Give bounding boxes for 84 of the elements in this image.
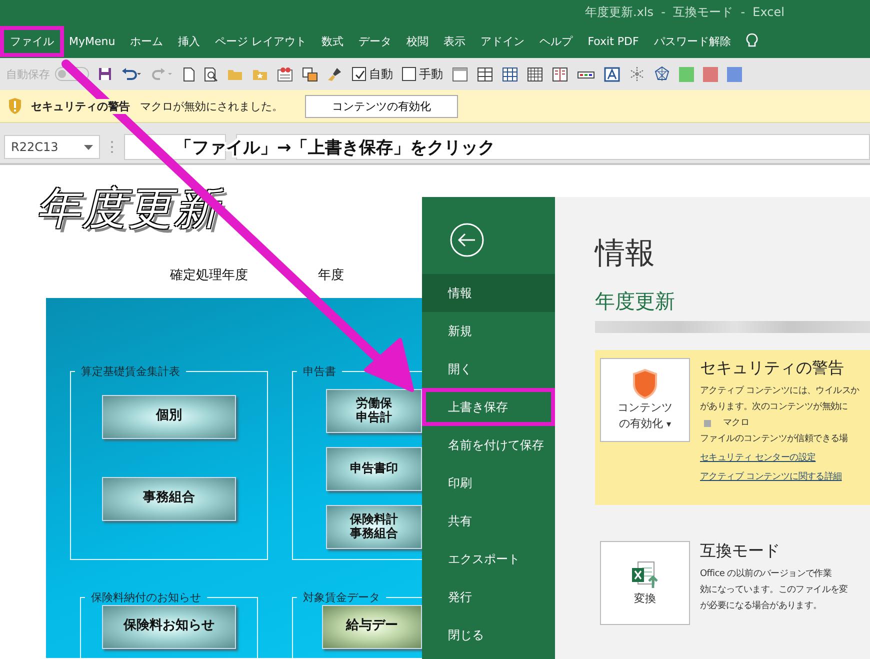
sheet-button[interactable]: 事務組合 <box>102 476 236 521</box>
table-icon[interactable] <box>527 66 543 82</box>
backstage-menu-item[interactable]: 閉じる <box>422 616 555 654</box>
card-title: セキュリティの警告 <box>700 358 845 379</box>
card-text: Office の以前のバージョンで作業 <box>700 568 833 581</box>
ribbon-tab[interactable]: Foxit PDF <box>582 31 645 52</box>
settings-link[interactable]: アクティブ コンテンツに関する詳細 <box>700 469 860 485</box>
backstage-menu-item[interactable]: 印刷 <box>422 464 555 502</box>
ribbon-tab[interactable]: 挿入 <box>172 30 206 53</box>
message-bar-title: セキュリティの警告 <box>31 98 130 114</box>
star-folder-icon[interactable] <box>252 68 268 80</box>
new-document-icon[interactable] <box>183 66 195 82</box>
brush-icon[interactable] <box>327 66 343 82</box>
print-preview-icon[interactable] <box>204 66 218 82</box>
columns-icon[interactable] <box>552 66 568 82</box>
group-title: 対象賃金データ <box>302 590 381 605</box>
spreadsheet-convert-icon <box>630 560 660 590</box>
sheet-button[interactable]: 保険料計 事務組合 <box>326 504 422 549</box>
checkbox[interactable]: 自動 <box>352 66 393 82</box>
autosave-toggle[interactable] <box>55 67 89 81</box>
ribbon-tab[interactable]: ホーム <box>124 30 170 53</box>
settings-link[interactable]: セキュリティ センターの設定 <box>700 450 860 466</box>
shield-icon <box>632 369 658 399</box>
sheet-button[interactable]: 保険料お知らせ <box>102 604 236 649</box>
message-bar-text: マクロが無効にされました。 <box>140 98 283 114</box>
backstage-menu-item[interactable]: 情報 <box>422 274 555 312</box>
backstage-menu-item[interactable]: 開く <box>422 350 555 388</box>
group-title: 申告書 <box>302 364 337 379</box>
bullet-icon <box>704 420 711 426</box>
backstage-menu-item[interactable]: 新規 <box>422 312 555 350</box>
web-icon[interactable] <box>654 66 670 82</box>
save-icon[interactable] <box>98 67 112 81</box>
window-title: 年度更新.xls - 互換モード - Excel <box>585 4 784 21</box>
snowflake-icon[interactable] <box>629 66 645 82</box>
grid-icon[interactable] <box>502 66 518 82</box>
enable-content-button[interactable]: コンテンツの有効化 <box>305 94 458 118</box>
ribbon-tab[interactable]: アドイン <box>474 30 531 53</box>
checkmark-icon <box>354 68 364 80</box>
card-text: マクロ <box>723 417 750 430</box>
backstage-menu-item[interactable]: 発行 <box>422 578 555 616</box>
checkbox[interactable]: 手動 <box>402 66 443 82</box>
instruction-caption: 「ファイル」→「上書き保存」をクリック <box>175 137 496 159</box>
ribbon-tab[interactable]: MyMenu <box>63 31 122 52</box>
backstage-menu-item[interactable]: 上書き保存 <box>422 388 555 426</box>
ribbon-tab[interactable]: パスワード解除 <box>648 30 737 53</box>
undo-icon[interactable] <box>121 67 143 81</box>
warning-shield-icon <box>8 97 22 115</box>
name-box[interactable]: R22C13 <box>4 135 100 159</box>
group-title: 保険料納付のお知らせ <box>90 590 202 605</box>
form-icon[interactable] <box>277 66 293 82</box>
card-text: ファイルのコンテンツが信頼できる場 <box>700 432 849 446</box>
card-text: アクティブ コンテンツには、ウイルスか <box>700 384 860 398</box>
backstage-menu-item[interactable]: 共有 <box>422 502 555 540</box>
color-square-icon[interactable] <box>727 66 742 82</box>
grid-icon[interactable] <box>477 66 493 82</box>
card-text: が必要になる場合があります。 <box>700 600 823 613</box>
ribbon-tab[interactable]: 数式 <box>316 30 350 53</box>
card-title: 互換モード <box>700 541 781 562</box>
cell-label: 年度 <box>318 266 344 284</box>
ribbon-tab[interactable]: ヘルプ <box>534 30 579 53</box>
convert-button[interactable]: 変換 <box>600 541 690 625</box>
ribbon-tab[interactable]: 校閲 <box>400 30 435 53</box>
backstage-menu-item[interactable]: エクスポート <box>422 540 555 578</box>
text-box-icon[interactable] <box>604 66 620 82</box>
cell-label: 確定処理年度 <box>170 266 248 284</box>
backstage-menu-item[interactable]: 名前を付けて保存 <box>422 426 555 464</box>
sheet-button[interactable]: 申告書印 <box>326 446 422 491</box>
window-icon[interactable] <box>452 66 468 82</box>
page-heading: 情報 <box>595 235 656 273</box>
enable-content-button[interactable]: コンテンツ の有効化 ▾ <box>600 358 690 442</box>
copy-icon[interactable] <box>302 66 318 82</box>
ribbon-tab[interactable]: データ <box>352 30 398 53</box>
sheet-button[interactable]: 個別 <box>102 394 236 439</box>
sheet-button[interactable]: 労働保 申告計 <box>326 388 422 433</box>
file-title: 年度更新 <box>595 288 676 315</box>
ribbon-tab[interactable]: 表示 <box>438 30 472 53</box>
color-square-icon[interactable] <box>679 66 694 82</box>
group-title: 算定基礎賃金集計表 <box>80 364 181 379</box>
color-square-icon[interactable] <box>703 66 718 82</box>
card-text: があります。次のコンテンツが無効に <box>700 400 849 414</box>
card-text: 効になっています。このファイルを変 <box>700 584 848 597</box>
sheet-button[interactable]: 給与デー <box>322 604 422 649</box>
ribbon-tab[interactable]: ページ レイアウト <box>209 30 313 53</box>
autosave-label: 自動保存 <box>6 66 50 82</box>
